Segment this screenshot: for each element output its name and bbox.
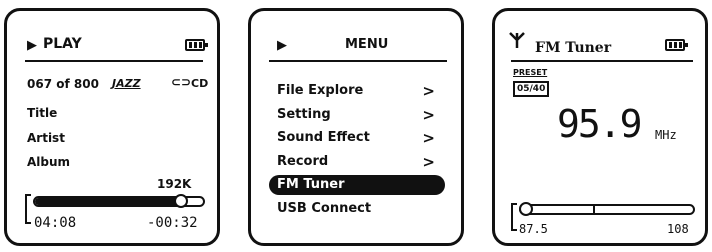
divider	[269, 60, 447, 62]
menu-item-label: Sound Effect	[277, 130, 370, 145]
play-screen: ▶ PLAY 067 of 800 JAZZ ⊂⊃ CD Title Artis…	[4, 8, 220, 246]
progress-bracket	[25, 194, 31, 224]
menu-item-file-explore[interactable]: File Explore >	[269, 81, 445, 101]
album-field: Album	[27, 155, 71, 169]
bitrate: 192K	[157, 177, 192, 191]
tuning-bracket	[511, 203, 517, 231]
fm-title: FM Tuner	[535, 40, 612, 56]
preset-label: PRESET	[513, 68, 548, 77]
divider	[511, 60, 693, 62]
antenna-icon	[509, 32, 525, 48]
battery-icon	[665, 39, 688, 51]
chevron-right-icon: >	[422, 82, 435, 100]
menu-item-label: Setting	[277, 106, 331, 122]
menu-item-label: File Explore	[277, 83, 364, 98]
chevron-right-icon: >	[422, 152, 435, 171]
tuning-bar[interactable]	[519, 204, 695, 215]
progress-knob[interactable]	[173, 194, 188, 208]
progress-fill	[35, 198, 183, 205]
remaining-time: -00:32	[147, 215, 198, 231]
repeat-mode: CD	[191, 77, 209, 90]
menu-screen: ▶ MENU File Explore > Setting > Sound Effect…	[248, 8, 464, 246]
menu-item-label: FM Tuner	[277, 177, 345, 192]
menu-item-setting[interactable]: Setting >	[269, 105, 445, 125]
genre-label: JAZZ	[112, 77, 141, 90]
battery-icon	[185, 39, 208, 51]
tuning-marker	[593, 206, 596, 213]
repeat-icon: ⊂⊃	[171, 75, 192, 89]
play-icon: ▶	[277, 38, 287, 53]
title-field: Title	[27, 106, 58, 120]
menu-item-fm-tuner[interactable]: FM Tuner	[269, 175, 445, 195]
play-icon: ▶	[27, 38, 37, 53]
fm-tuner-screen: FM Tuner PRESET 05/40 95.9 MHz 87.5 108	[492, 8, 708, 246]
frequency: 95.9	[557, 102, 643, 146]
chevron-right-icon: >	[422, 105, 435, 124]
preset-value: 05/40	[513, 81, 550, 97]
menu-item-record[interactable]: Record >	[269, 152, 445, 172]
tuning-knob[interactable]	[519, 202, 533, 216]
menu-title: MENU	[345, 37, 389, 52]
chevron-right-icon: >	[422, 129, 435, 147]
range-max: 108	[667, 222, 689, 236]
frequency-unit: MHz	[655, 128, 677, 142]
menu-item-label: USB Connect	[277, 200, 372, 216]
track-position: 067 of 800	[27, 77, 99, 91]
range-min: 87.5	[519, 222, 548, 236]
menu-item-usb-connect[interactable]: USB Connect	[269, 199, 445, 219]
menu-item-label: Record	[277, 153, 329, 169]
menu-item-sound-effect[interactable]: Sound Effect >	[269, 128, 445, 148]
elapsed-time: 04:08	[34, 215, 77, 231]
mode-label: PLAY	[43, 36, 82, 52]
artist-field: Artist	[27, 131, 65, 145]
divider	[25, 60, 203, 62]
